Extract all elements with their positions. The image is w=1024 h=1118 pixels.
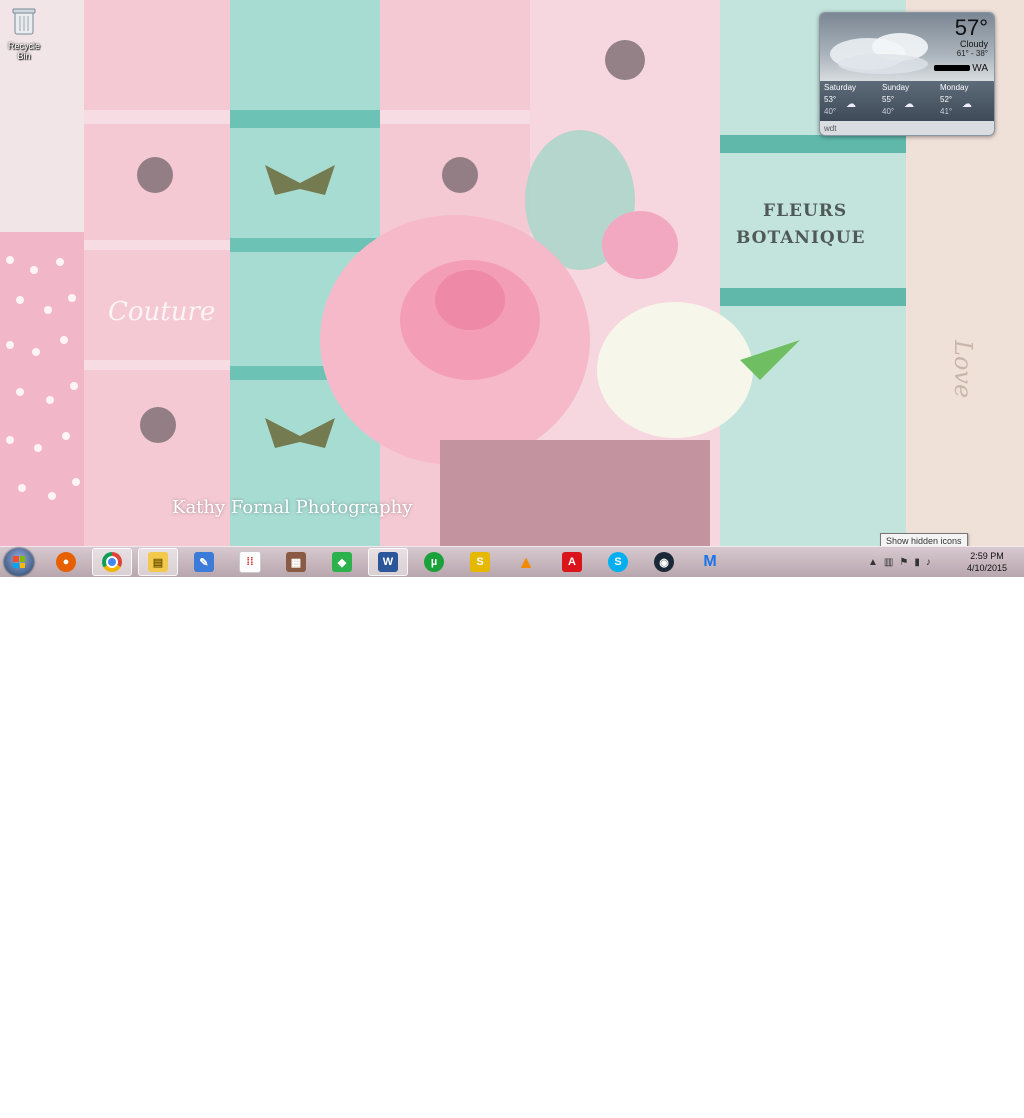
forecast-day: Monday 52° ☁ 41° xyxy=(936,81,994,121)
steam-icon: ◉ xyxy=(654,552,674,572)
taskbar-utorrent[interactable]: µ xyxy=(414,548,454,576)
word-icon: W xyxy=(378,552,398,572)
taskbar-word[interactable]: W xyxy=(368,548,408,576)
forecast-high: 52° xyxy=(940,95,953,104)
vlc-icon: ▲ xyxy=(517,551,535,572)
signal-icon[interactable]: ▮ xyxy=(914,557,920,568)
taskbar-steam[interactable]: ◉ xyxy=(644,548,684,576)
folder-icon: ▤ xyxy=(148,552,168,572)
show-hidden-icons-button[interactable]: ▲ xyxy=(868,557,878,568)
taskbar-paint[interactable]: ✎ xyxy=(184,548,224,576)
recycle-bin-label: Recycle Bin xyxy=(7,41,40,61)
paint-icon: ✎ xyxy=(194,552,214,572)
redacted-city xyxy=(934,65,970,71)
clock[interactable]: 2:59 PM 4/10/2015 xyxy=(958,550,1016,574)
svg-text:FLEURS: FLEURS xyxy=(763,201,847,221)
forecast-day: Saturday 53° ☁ 40° xyxy=(820,81,878,121)
firefox-icon: ● xyxy=(56,552,76,572)
forecast-low: 40° xyxy=(882,107,895,116)
forecast-day: Sunday 55° ☁ 40° xyxy=(878,81,936,121)
malwarebytes-icon: M xyxy=(703,553,717,570)
photo-credit: Kathy Fornal Photography xyxy=(172,497,413,518)
show-hidden-icons-tooltip: Show hidden icons xyxy=(880,533,968,546)
taskbar-explorer[interactable]: ▤ xyxy=(138,548,178,576)
forecast-low: 41° xyxy=(940,107,953,116)
system-tray: ▲ ▥ ⚑ ▮ ♪ xyxy=(868,549,931,575)
forecast-low: 40° xyxy=(824,107,837,116)
media-icon: ▦ xyxy=(286,552,306,572)
taskbar-feedly[interactable]: ◆ xyxy=(322,548,362,576)
forecast-day-name: Monday xyxy=(940,83,969,92)
current-temperature: 57° xyxy=(954,15,988,40)
cloud-icon xyxy=(830,33,928,74)
cloud-icon: ☁ xyxy=(846,99,856,110)
taskbar-vlc[interactable]: ▲ xyxy=(506,548,546,576)
network-icon[interactable]: ▥ xyxy=(884,557,893,568)
cloud-icon: ☁ xyxy=(904,99,914,110)
forecast-day-name: Sunday xyxy=(882,83,910,92)
utorrent-icon: µ xyxy=(424,552,444,572)
start-button[interactable] xyxy=(4,548,34,576)
svg-text:Love: Love xyxy=(949,339,977,398)
apps-grid-icon: ⁞⁞ xyxy=(239,551,261,573)
clock-time: 2:59 PM xyxy=(970,551,1004,561)
windows-start-icon xyxy=(13,556,25,568)
taskbar-apps[interactable]: ⁞⁞ xyxy=(230,548,270,576)
skype-icon: S xyxy=(608,552,628,572)
forecast-day-name: Saturday xyxy=(824,83,857,92)
feedly-icon: ◆ xyxy=(332,552,352,572)
temperature-range: 61° - 38° xyxy=(956,49,988,58)
taskbar-malwarebytes[interactable]: M xyxy=(690,548,730,576)
svg-text:Couture: Couture xyxy=(108,297,215,327)
recycle-bin[interactable]: Recycle Bin xyxy=(2,6,46,61)
taskbar-firefox[interactable]: ● xyxy=(46,548,86,576)
forecast-row: Saturday 53° ☁ 40° Sunday 55° ☁ 40° Mond… xyxy=(820,81,994,121)
taskbar-skype[interactable]: S xyxy=(598,548,638,576)
weather-current: 57° Cloudy 61° - 38° WA xyxy=(820,13,994,81)
taskbar-chrome[interactable] xyxy=(92,548,132,576)
action-center-icon[interactable]: ⚑ xyxy=(899,557,908,568)
taskbar-acrobat[interactable]: A xyxy=(552,548,592,576)
slides-icon: S xyxy=(470,552,490,572)
taskbar: ● ▤ ✎ ⁞⁞ ▦ ◆ W µ S ▲ A S ◉ M www.Desktop… xyxy=(0,546,1024,1118)
chrome-icon xyxy=(102,552,122,572)
cloud-icon: ☁ xyxy=(962,99,972,110)
weather-gadget[interactable]: 57° Cloudy 61° - 38° WA Saturday 53° ☁ 4… xyxy=(819,12,995,136)
current-condition: Cloudy xyxy=(959,39,988,49)
clock-date: 4/10/2015 xyxy=(966,563,1008,573)
acrobat-icon: A xyxy=(562,552,582,572)
forecast-high: 53° xyxy=(824,95,837,104)
forecast-high: 55° xyxy=(882,95,895,104)
taskbar-slides[interactable]: S xyxy=(460,548,500,576)
weather-source[interactable]: wdt xyxy=(824,124,836,133)
volume-icon[interactable]: ♪ xyxy=(926,557,931,568)
weather-location: WA xyxy=(972,63,988,74)
taskbar-media[interactable]: ▦ xyxy=(276,548,316,576)
desktop-wallpaper: Couture FLEURS BOTANIQUE Love Recycle Bi… xyxy=(0,0,1024,546)
site-watermark: www.DesktopBackground.org xyxy=(818,1104,976,1118)
recycle-bin-icon xyxy=(12,8,36,35)
svg-text:BOTANIQUE: BOTANIQUE xyxy=(736,228,866,248)
